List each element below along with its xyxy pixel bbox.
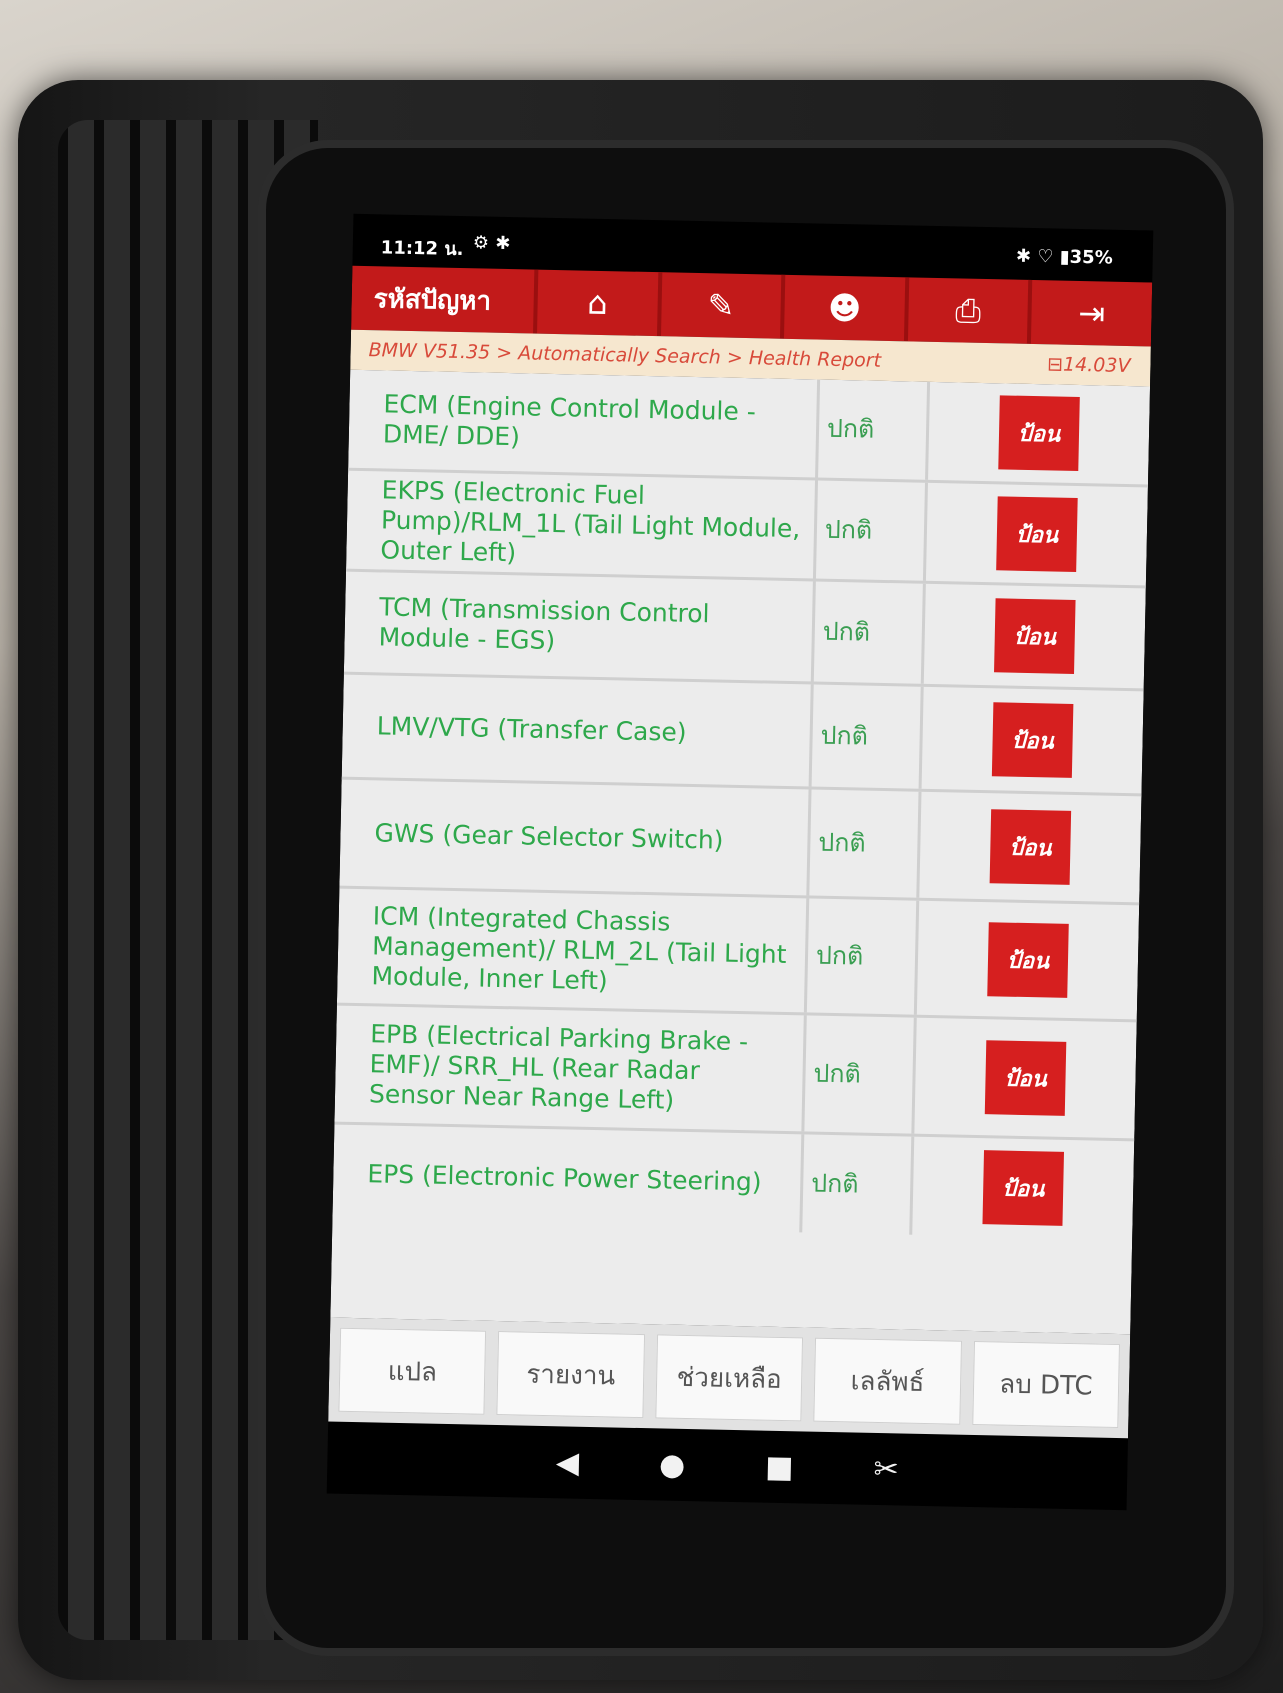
module-status: ปกติ xyxy=(809,789,922,898)
table-row: EKPS (Electronic Fuel Pump)/RLM_1L (Tail… xyxy=(345,470,1148,589)
back-icon[interactable]: ◀ xyxy=(556,1445,580,1480)
module-name: TCM (Transmission Control Module - EGS) xyxy=(343,571,816,682)
enter-button[interactable]: ป้อน xyxy=(982,1150,1065,1226)
module-name: GWS (Gear Selector Switch) xyxy=(339,779,812,896)
module-status: ปกติ xyxy=(818,379,931,480)
home-icon: ⌂ xyxy=(586,283,609,323)
breadcrumb-path: BMW V51.35 > Automatically Search > Heal… xyxy=(368,339,882,372)
module-name: LMV/VTG (Transfer Case) xyxy=(341,674,814,787)
module-name: EPS (Electronic Power Steering) xyxy=(332,1124,805,1233)
module-status: ปกติ xyxy=(811,684,924,789)
print-button[interactable]: ⎙ xyxy=(903,277,1029,344)
module-name: ICM (Integrated Chassis Management)/ RLM… xyxy=(336,888,810,1013)
enter-button[interactable]: ป้อน xyxy=(994,598,1076,674)
table-row: LMV/VTG (Transfer Case) ปกติ ป้อน xyxy=(341,674,1144,797)
exit-button[interactable]: ⇥ xyxy=(1027,279,1153,347)
enter-button[interactable]: ป้อน xyxy=(987,922,1069,998)
page-title: รหัสปัญหา xyxy=(373,283,492,317)
battery-status: ✱ ♡ ▮35% xyxy=(1015,245,1113,269)
recents-icon[interactable]: ■ xyxy=(765,1449,794,1485)
tablet-screen: 11:12 น. ⚙ ✱ ✱ ♡ ▮35% รหัสปัญหา ⌂ ✎ ☻ ⎙ … xyxy=(326,213,1154,1511)
clock: 11:12 น. xyxy=(380,237,464,261)
module-name: ECM (Engine Control Module - DME/ DDE) xyxy=(348,369,821,478)
user-button[interactable]: ☻ xyxy=(780,274,906,342)
help-button[interactable]: ช่วยเหลือ xyxy=(655,1334,804,1422)
home-button[interactable]: ⌂ xyxy=(533,269,658,337)
edit-button[interactable]: ✎ xyxy=(656,272,782,339)
enter-button[interactable]: ป้อน xyxy=(998,395,1080,471)
enter-button[interactable]: ป้อน xyxy=(991,702,1074,778)
bottom-action-bar: แปล รายงาน ช่วยเหลือ เลลัพธ์ ลบ DTC xyxy=(328,1317,1131,1439)
printer-icon: ⎙ xyxy=(954,290,982,330)
home-nav-icon[interactable]: ● xyxy=(659,1447,686,1483)
enter-button[interactable]: ป้อน xyxy=(984,1040,1067,1116)
table-row: EPS (Electronic Power Steering) ปกติ ป้อ… xyxy=(332,1124,1134,1240)
module-status: ปกติ xyxy=(804,1015,917,1134)
exit-icon: ⇥ xyxy=(1077,293,1106,333)
module-status: ปกติ xyxy=(806,898,920,1015)
edit-icon: ✎ xyxy=(707,286,735,325)
report-button[interactable]: รายงาน xyxy=(496,1331,645,1419)
module-name: EKPS (Electronic Fuel Pump)/RLM_1L (Tail… xyxy=(346,470,819,579)
translate-button[interactable]: แปล xyxy=(338,1327,487,1415)
battery-voltage: ⊟14.03V xyxy=(1046,353,1131,378)
results-button[interactable]: เลลัพธ์ xyxy=(813,1337,962,1425)
screenshot-icon[interactable]: ✂ xyxy=(873,1451,899,1487)
table-row: TCM (Transmission Control Module - EGS) … xyxy=(343,571,1146,692)
module-status: ปกติ xyxy=(815,480,928,581)
notification-icons: ⚙ ✱ xyxy=(472,232,511,255)
clear-dtc-button[interactable]: ลบ DTC xyxy=(971,1340,1121,1429)
user-icon: ☻ xyxy=(827,288,862,328)
module-status: ปกติ xyxy=(802,1134,915,1235)
enter-button[interactable]: ป้อน xyxy=(989,809,1072,885)
table-row: ECM (Engine Control Module - DME/ DDE) ป… xyxy=(348,369,1151,488)
table-row: ICM (Integrated Chassis Management)/ RLM… xyxy=(336,888,1140,1023)
table-row: EPB (Electrical Parking Brake - EMF)/ SR… xyxy=(334,1005,1137,1142)
enter-button[interactable]: ป้อน xyxy=(996,496,1078,572)
module-list[interactable]: ECM (Engine Control Module - DME/ DDE) ป… xyxy=(330,369,1151,1335)
module-status: ปกติ xyxy=(813,581,926,684)
table-row: GWS (Gear Selector Switch) ปกติ ป้อน xyxy=(339,779,1142,906)
module-name: EPB (Electrical Parking Brake - EMF)/ SR… xyxy=(334,1005,807,1132)
